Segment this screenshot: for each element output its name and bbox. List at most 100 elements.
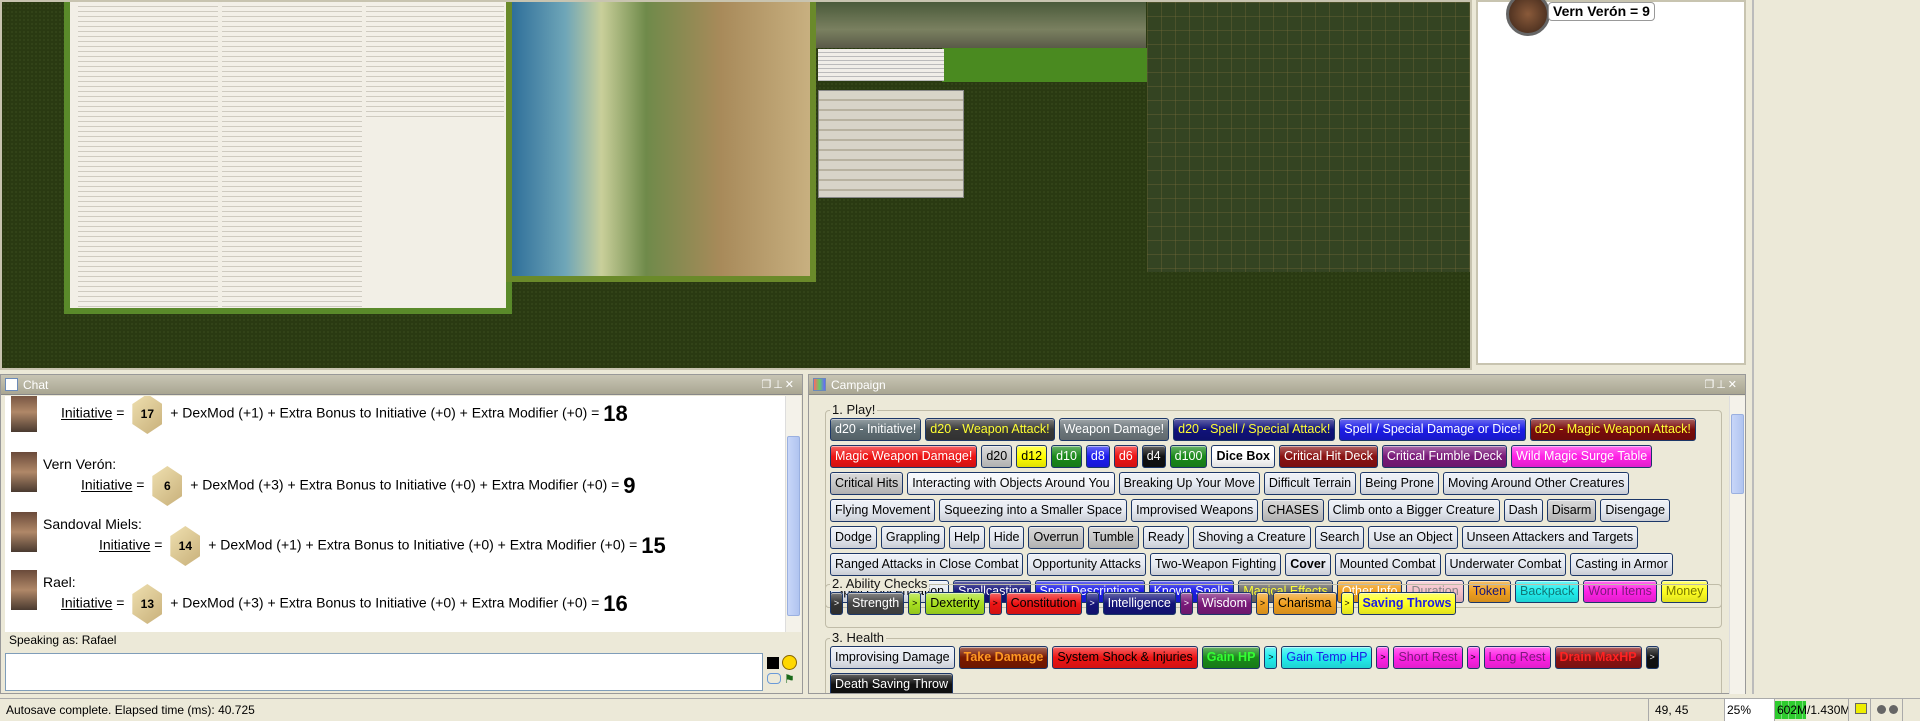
macro-button[interactable]: Breaking Up Your Move: [1118, 472, 1260, 495]
macro-button[interactable]: Shoving a Creature: [1193, 526, 1311, 549]
panel-controls-icon[interactable]: ❐⊥✕: [1704, 375, 1739, 395]
macro-button[interactable]: Take Damage: [958, 646, 1049, 669]
macro-button[interactable]: d20: [981, 445, 1013, 468]
macro-button[interactable]: d4: [1141, 445, 1166, 468]
scene-image[interactable]: [816, 2, 1146, 48]
macro-button[interactable]: Unseen Attackers and Targets: [1461, 526, 1639, 549]
macro-button[interactable]: >: [1256, 592, 1270, 615]
macro-button[interactable]: >: [1085, 592, 1099, 615]
macro-button[interactable]: Critical Hit Deck: [1278, 445, 1378, 468]
map-viewport[interactable]: [0, 0, 1472, 370]
macro-button[interactable]: Two-Weapon Fighting: [1149, 553, 1282, 576]
macro-button[interactable]: Dash: [1503, 499, 1543, 522]
macro-button[interactable]: Interacting with Objects Around You: [907, 472, 1115, 495]
macro-button[interactable]: Casting in Armor: [1570, 553, 1673, 576]
macro-button[interactable]: >: [1645, 646, 1659, 669]
macro-button[interactable]: d10: [1051, 445, 1082, 468]
macro-button[interactable]: Strength: [847, 592, 905, 615]
roll-label[interactable]: Initiative: [99, 537, 150, 553]
macro-button[interactable]: d6: [1113, 445, 1138, 468]
region-map[interactable]: [506, 2, 816, 282]
macro-button[interactable]: Grappling: [880, 526, 946, 549]
macro-button[interactable]: d8: [1085, 445, 1110, 468]
battle-grid[interactable]: [1147, 2, 1470, 272]
macro-button[interactable]: >: [908, 592, 922, 615]
chat-scrollbar[interactable]: [785, 396, 801, 632]
text-color-icon[interactable]: [767, 657, 779, 669]
macro-button[interactable]: Moving Around Other Creatures: [1442, 472, 1630, 495]
macro-button[interactable]: Critical Fumble Deck: [1381, 445, 1508, 468]
macro-button[interactable]: Critical Hits: [830, 472, 904, 495]
macro-button[interactable]: d100: [1169, 445, 1208, 468]
macro-button[interactable]: Wild Magic Surge Table: [1511, 445, 1653, 468]
monitor-icon[interactable]: [1848, 699, 1870, 721]
macro-button[interactable]: >: [1179, 592, 1193, 615]
macro-button[interactable]: Mounted Combat: [1334, 553, 1441, 576]
macro-button[interactable]: d20 - Magic Weapon Attack!: [1529, 418, 1696, 441]
macro-button[interactable]: Squeezing into a Smaller Space: [939, 499, 1128, 522]
macro-button[interactable]: Disarm: [1546, 499, 1597, 522]
macro-button[interactable]: d12: [1016, 445, 1048, 468]
macro-button[interactable]: Opportunity Attacks: [1027, 553, 1146, 576]
text-note[interactable]: [818, 49, 944, 81]
roll-label[interactable]: Initiative: [61, 595, 112, 611]
macro-button[interactable]: Being Prone: [1360, 472, 1439, 495]
macro-button[interactable]: Wisdom: [1196, 592, 1253, 615]
macro-button[interactable]: Drain MaxHP: [1554, 646, 1642, 669]
macro-button[interactable]: Flying Movement: [830, 499, 936, 522]
macro-button[interactable]: Cover: [1285, 553, 1331, 576]
memory-indicator[interactable]: 602M/1.430M: [1774, 699, 1848, 721]
macro-button[interactable]: Tumble: [1087, 526, 1139, 549]
macro-button[interactable]: >: [830, 592, 843, 615]
macro-button[interactable]: Long Rest: [1483, 646, 1551, 669]
macro-button[interactable]: >: [1376, 646, 1390, 669]
macro-button[interactable]: Use an Object: [1368, 526, 1458, 549]
macro-button[interactable]: Gain HP: [1201, 646, 1261, 669]
macro-button[interactable]: Intelligence: [1102, 592, 1176, 615]
panel-controls-icon[interactable]: ❐⊥✕: [761, 375, 796, 395]
macro-button[interactable]: Spell / Special Damage or Dice!: [1339, 418, 1526, 441]
roll-label[interactable]: Initiative: [81, 477, 132, 493]
macro-button[interactable]: >: [1264, 646, 1278, 669]
initiative-entry[interactable]: Vern Verón = 9: [1548, 2, 1655, 21]
macro-button[interactable]: >: [1340, 592, 1354, 615]
macro-button[interactable]: Constitution: [1005, 592, 1082, 615]
macro-button[interactable]: Saving Throws: [1357, 592, 1457, 615]
campaign-scrollbar[interactable]: [1729, 396, 1745, 694]
macro-button[interactable]: Overrun: [1028, 526, 1084, 549]
chat-input[interactable]: [5, 653, 763, 691]
macro-button[interactable]: Death Saving Throw: [830, 673, 954, 693]
macro-button[interactable]: Dice Box: [1211, 445, 1275, 468]
handout-document[interactable]: [64, 2, 512, 314]
macro-button[interactable]: Improvising Damage: [830, 646, 955, 669]
macro-button[interactable]: Dexterity: [925, 592, 985, 615]
macro-button[interactable]: Magic Weapon Damage!: [830, 445, 978, 468]
macro-button[interactable]: Search: [1314, 526, 1365, 549]
macro-button[interactable]: Gain Temp HP: [1281, 646, 1373, 669]
macro-button[interactable]: Improvised Weapons: [1131, 499, 1259, 522]
avatar[interactable]: [1506, 0, 1550, 36]
macro-button[interactable]: Charisma: [1273, 592, 1337, 615]
macro-button[interactable]: >: [1466, 646, 1480, 669]
macro-button[interactable]: Underwater Combat: [1444, 553, 1567, 576]
macro-button[interactable]: System Shock & Injuries: [1052, 646, 1198, 669]
macro-button[interactable]: d20 - Spell / Special Attack!: [1173, 418, 1336, 441]
macro-button[interactable]: Difficult Terrain: [1263, 472, 1357, 495]
smiley-icon[interactable]: [782, 655, 797, 670]
macro-button[interactable]: Dodge: [830, 526, 877, 549]
macro-button[interactable]: >: [988, 592, 1002, 615]
macro-button[interactable]: Short Rest: [1393, 646, 1463, 669]
macro-button[interactable]: Climb onto a Bigger Creature: [1327, 499, 1500, 522]
roll-label[interactable]: Initiative: [61, 405, 112, 421]
macro-button[interactable]: d20 - Initiative!: [830, 418, 922, 441]
encounter-table[interactable]: [818, 90, 964, 198]
flag-icon[interactable]: ⚑: [784, 673, 796, 685]
macro-button[interactable]: d20 - Weapon Attack!: [925, 418, 1055, 441]
macro-button[interactable]: Help: [949, 526, 985, 549]
macro-button[interactable]: CHASES: [1262, 499, 1324, 522]
macro-button[interactable]: Weapon Damage!: [1058, 418, 1170, 441]
macro-button[interactable]: Disengage: [1600, 499, 1671, 522]
macro-button[interactable]: Ready: [1142, 526, 1189, 549]
macro-button[interactable]: Ranged Attacks in Close Combat: [830, 553, 1024, 576]
macro-button[interactable]: Hide: [988, 526, 1025, 549]
